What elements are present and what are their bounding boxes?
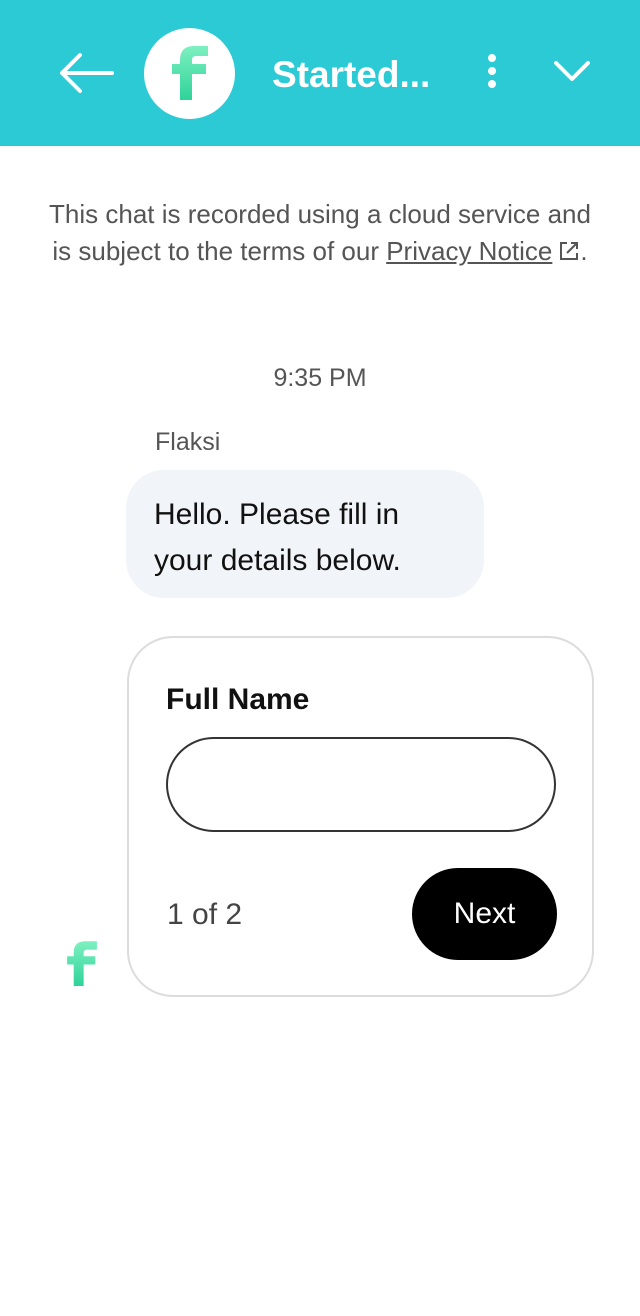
chat-title: Started... bbox=[272, 54, 431, 95]
chevron-down-icon bbox=[552, 58, 592, 89]
sender-name: Flaksi bbox=[155, 428, 221, 456]
full-name-input[interactable] bbox=[166, 737, 556, 832]
message-bubble: Hello. Please fill in your details below… bbox=[126, 470, 484, 598]
more-vertical-icon bbox=[486, 53, 498, 94]
arrow-left-icon bbox=[56, 51, 116, 100]
flaksi-logo-icon bbox=[62, 941, 102, 990]
privacy-period: . bbox=[580, 236, 588, 266]
back-button[interactable] bbox=[50, 46, 122, 104]
chat-header: Started... bbox=[0, 0, 640, 146]
form-step-indicator: 1 of 2 bbox=[167, 898, 243, 931]
agent-avatar bbox=[144, 28, 235, 119]
minimize-chat-button[interactable] bbox=[544, 50, 600, 96]
more-options-button[interactable] bbox=[470, 50, 514, 96]
message-timestamp: 9:35 PM bbox=[273, 364, 367, 392]
bot-avatar bbox=[62, 938, 102, 986]
privacy-notice-link[interactable]: Privacy Notice bbox=[386, 236, 552, 266]
details-form-card: Full Name 1 of 2 Next bbox=[127, 636, 594, 997]
flaksi-logo-icon bbox=[168, 42, 212, 105]
privacy-notice: This chat is recorded using a cloud serv… bbox=[40, 196, 600, 272]
privacy-link-text: Privacy Notice bbox=[386, 236, 553, 266]
full-name-label: Full Name bbox=[166, 683, 310, 716]
external-link-icon bbox=[558, 235, 580, 272]
next-button[interactable]: Next bbox=[412, 868, 557, 960]
